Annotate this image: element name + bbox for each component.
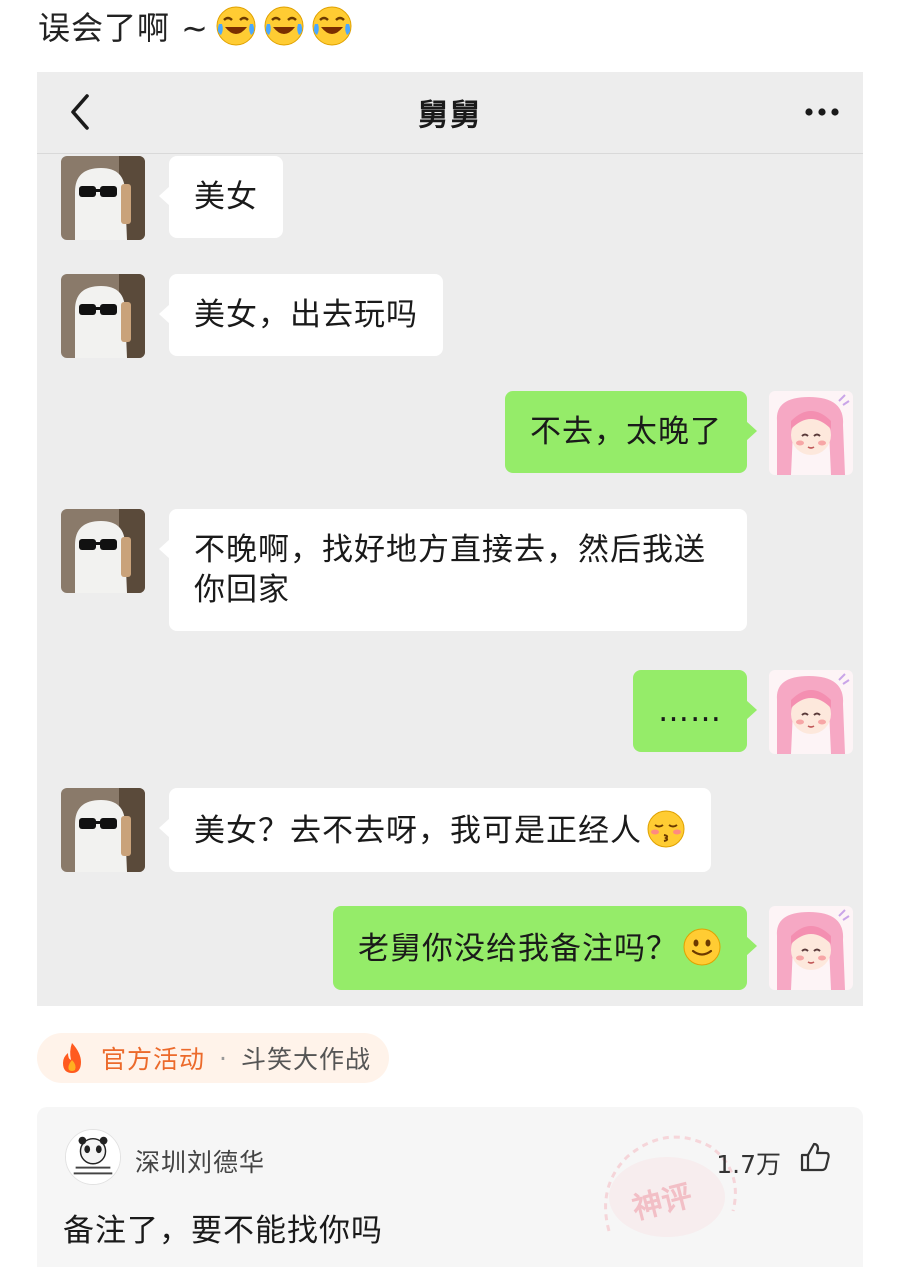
uncle-avatar[interactable] (61, 274, 145, 358)
comment-text: 备注了，要不能找你吗 (63, 1213, 383, 1249)
uncle-avatar[interactable] (61, 509, 145, 593)
commenter-avatar[interactable] (65, 1129, 121, 1185)
laughing-emoji-icon (216, 6, 256, 46)
user-avatar[interactable] (769, 670, 853, 754)
activity-tag[interactable]: 官方活动 · 斗笑大作战 (37, 1033, 389, 1083)
uncle-avatar[interactable] (61, 156, 145, 240)
message-bubble-outgoing[interactable]: 不去，太晚了 (505, 391, 757, 473)
uncle-avatar[interactable] (61, 788, 145, 872)
activity-label: 官方活动 (101, 1045, 206, 1074)
post-title: 误会了啊 ~ (38, 2, 359, 50)
message-bubble-outgoing[interactable]: 老舅你没给我备注吗？ (333, 906, 757, 990)
message-bubble-outgoing[interactable]: …… (633, 670, 757, 752)
user-avatar[interactable] (769, 391, 853, 475)
laughing-emoji-icon (312, 6, 352, 46)
chat-contact-name: 舅舅 (418, 98, 482, 133)
laughing-emoji-icon (264, 6, 304, 46)
smiling-face-emoji-icon (683, 928, 721, 966)
message-text: 老舅你没给我备注吗？ (358, 931, 678, 967)
message-bubble-incoming[interactable]: 美女？去不去呀，我可是正经人 (159, 788, 711, 872)
top-comment: 深圳刘德华 神评 1.7万 备注了，要不能找你吗 (37, 1107, 863, 1267)
chat-screenshot: 舅舅 美女 美女，出去玩吗 不去，太晚了 不晚啊，找好地方直接去，然后我送你回家… (37, 72, 863, 1006)
activity-separator: · (219, 1043, 227, 1073)
like-count: 1.7万 (716, 1150, 781, 1179)
message-text: 美女？去不去呀，我可是正经人 (194, 813, 642, 849)
kissing-face-emoji-icon (647, 810, 685, 848)
user-avatar[interactable] (769, 906, 853, 990)
message-bubble-incoming[interactable]: 不晚啊，找好地方直接去，然后我送你回家 (159, 509, 747, 631)
post-title-text: 误会了啊 ~ (38, 9, 209, 47)
title-emoji-row (215, 5, 359, 47)
activity-name: 斗笑大作战 (240, 1045, 371, 1074)
more-options-icon[interactable] (803, 100, 841, 124)
thumbs-up-icon[interactable] (799, 1141, 831, 1173)
chat-header: 舅舅 (37, 72, 863, 154)
message-bubble-incoming[interactable]: 美女，出去玩吗 (159, 274, 443, 356)
commenter-name[interactable]: 深圳刘德华 (135, 1143, 265, 1179)
message-bubble-incoming[interactable]: 美女 (159, 156, 283, 238)
flame-icon (63, 1043, 81, 1073)
